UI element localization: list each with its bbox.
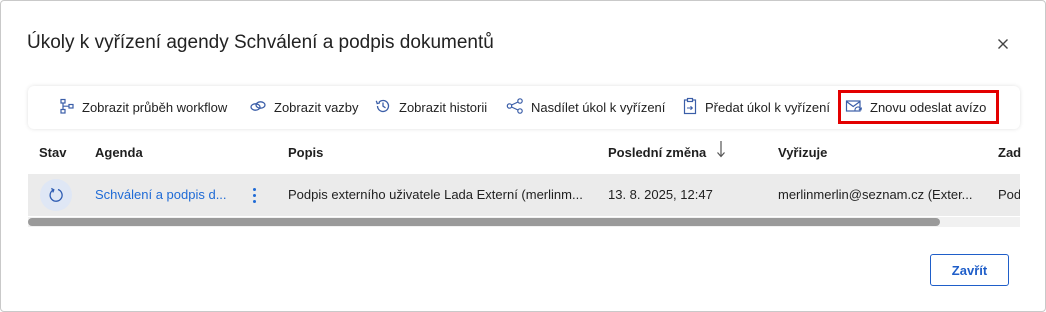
- history-icon: [374, 97, 399, 118]
- share-icon: [506, 98, 531, 117]
- show-history-label: Zobrazit historii: [399, 100, 488, 115]
- link-icon: [249, 98, 274, 117]
- highlight-frame: [838, 90, 999, 124]
- column-header-stav[interactable]: Stav: [39, 133, 66, 173]
- hand-over-task-button[interactable]: Předat úkol k vyřízení: [682, 86, 830, 129]
- popis-cell: Podpis externího uživatele Lada Externí …: [288, 187, 583, 202]
- dialog: Úkoly k vyřízení agendy Schválení a podp…: [0, 0, 1046, 312]
- close-icon[interactable]: [993, 34, 1013, 54]
- show-links-label: Zobrazit vazby: [274, 100, 359, 115]
- dialog-title: Úkoly k vyřízení agendy Schválení a podp…: [27, 32, 494, 53]
- column-header-zad[interactable]: Zad: [998, 133, 1021, 173]
- table-header: Stav Agenda Popis Poslední změna Vyřizuj…: [28, 133, 1021, 173]
- column-header-agenda[interactable]: Agenda: [95, 133, 143, 173]
- arrow-down-icon: [716, 134, 726, 174]
- hand-over-task-label: Předat úkol k vyřízení: [705, 100, 830, 115]
- column-header-posledni-zmena-label: Poslední změna: [608, 145, 707, 160]
- column-header-vyrizuje[interactable]: Vyřizuje: [778, 133, 827, 173]
- column-header-popis[interactable]: Popis: [288, 133, 323, 173]
- zad-cell: Pod: [998, 187, 1020, 202]
- posledni-zmena-cell: 13. 8. 2025, 12:47: [608, 187, 713, 202]
- share-task-button[interactable]: Nasdílet úkol k vyřízení: [506, 86, 665, 129]
- show-links-button[interactable]: Zobrazit vazby: [249, 86, 359, 129]
- table-row[interactable]: Schválení a podpis d... Podpis externího…: [28, 174, 1020, 216]
- show-workflow-label: Zobrazit průběh workflow: [82, 100, 228, 115]
- scrollbar-thumb[interactable]: [28, 218, 940, 226]
- show-workflow-button[interactable]: Zobrazit průběh workflow: [59, 86, 227, 129]
- workflow-icon: [59, 98, 82, 117]
- clipboard-icon: [682, 97, 705, 118]
- column-header-posledni-zmena[interactable]: Poslední změna: [608, 133, 726, 173]
- refresh-icon: [40, 179, 72, 211]
- share-task-label: Nasdílet úkol k vyřízení: [531, 100, 666, 115]
- row-menu-icon[interactable]: [249, 174, 259, 216]
- agenda-link[interactable]: Schválení a podpis d...: [95, 174, 245, 216]
- show-history-button[interactable]: Zobrazit historii: [374, 86, 487, 129]
- vyrizuje-cell: merlinmerlin@seznam.cz (Exter...: [778, 187, 973, 202]
- horizontal-scrollbar[interactable]: [28, 217, 1020, 227]
- close-button[interactable]: Zavřít: [930, 254, 1009, 286]
